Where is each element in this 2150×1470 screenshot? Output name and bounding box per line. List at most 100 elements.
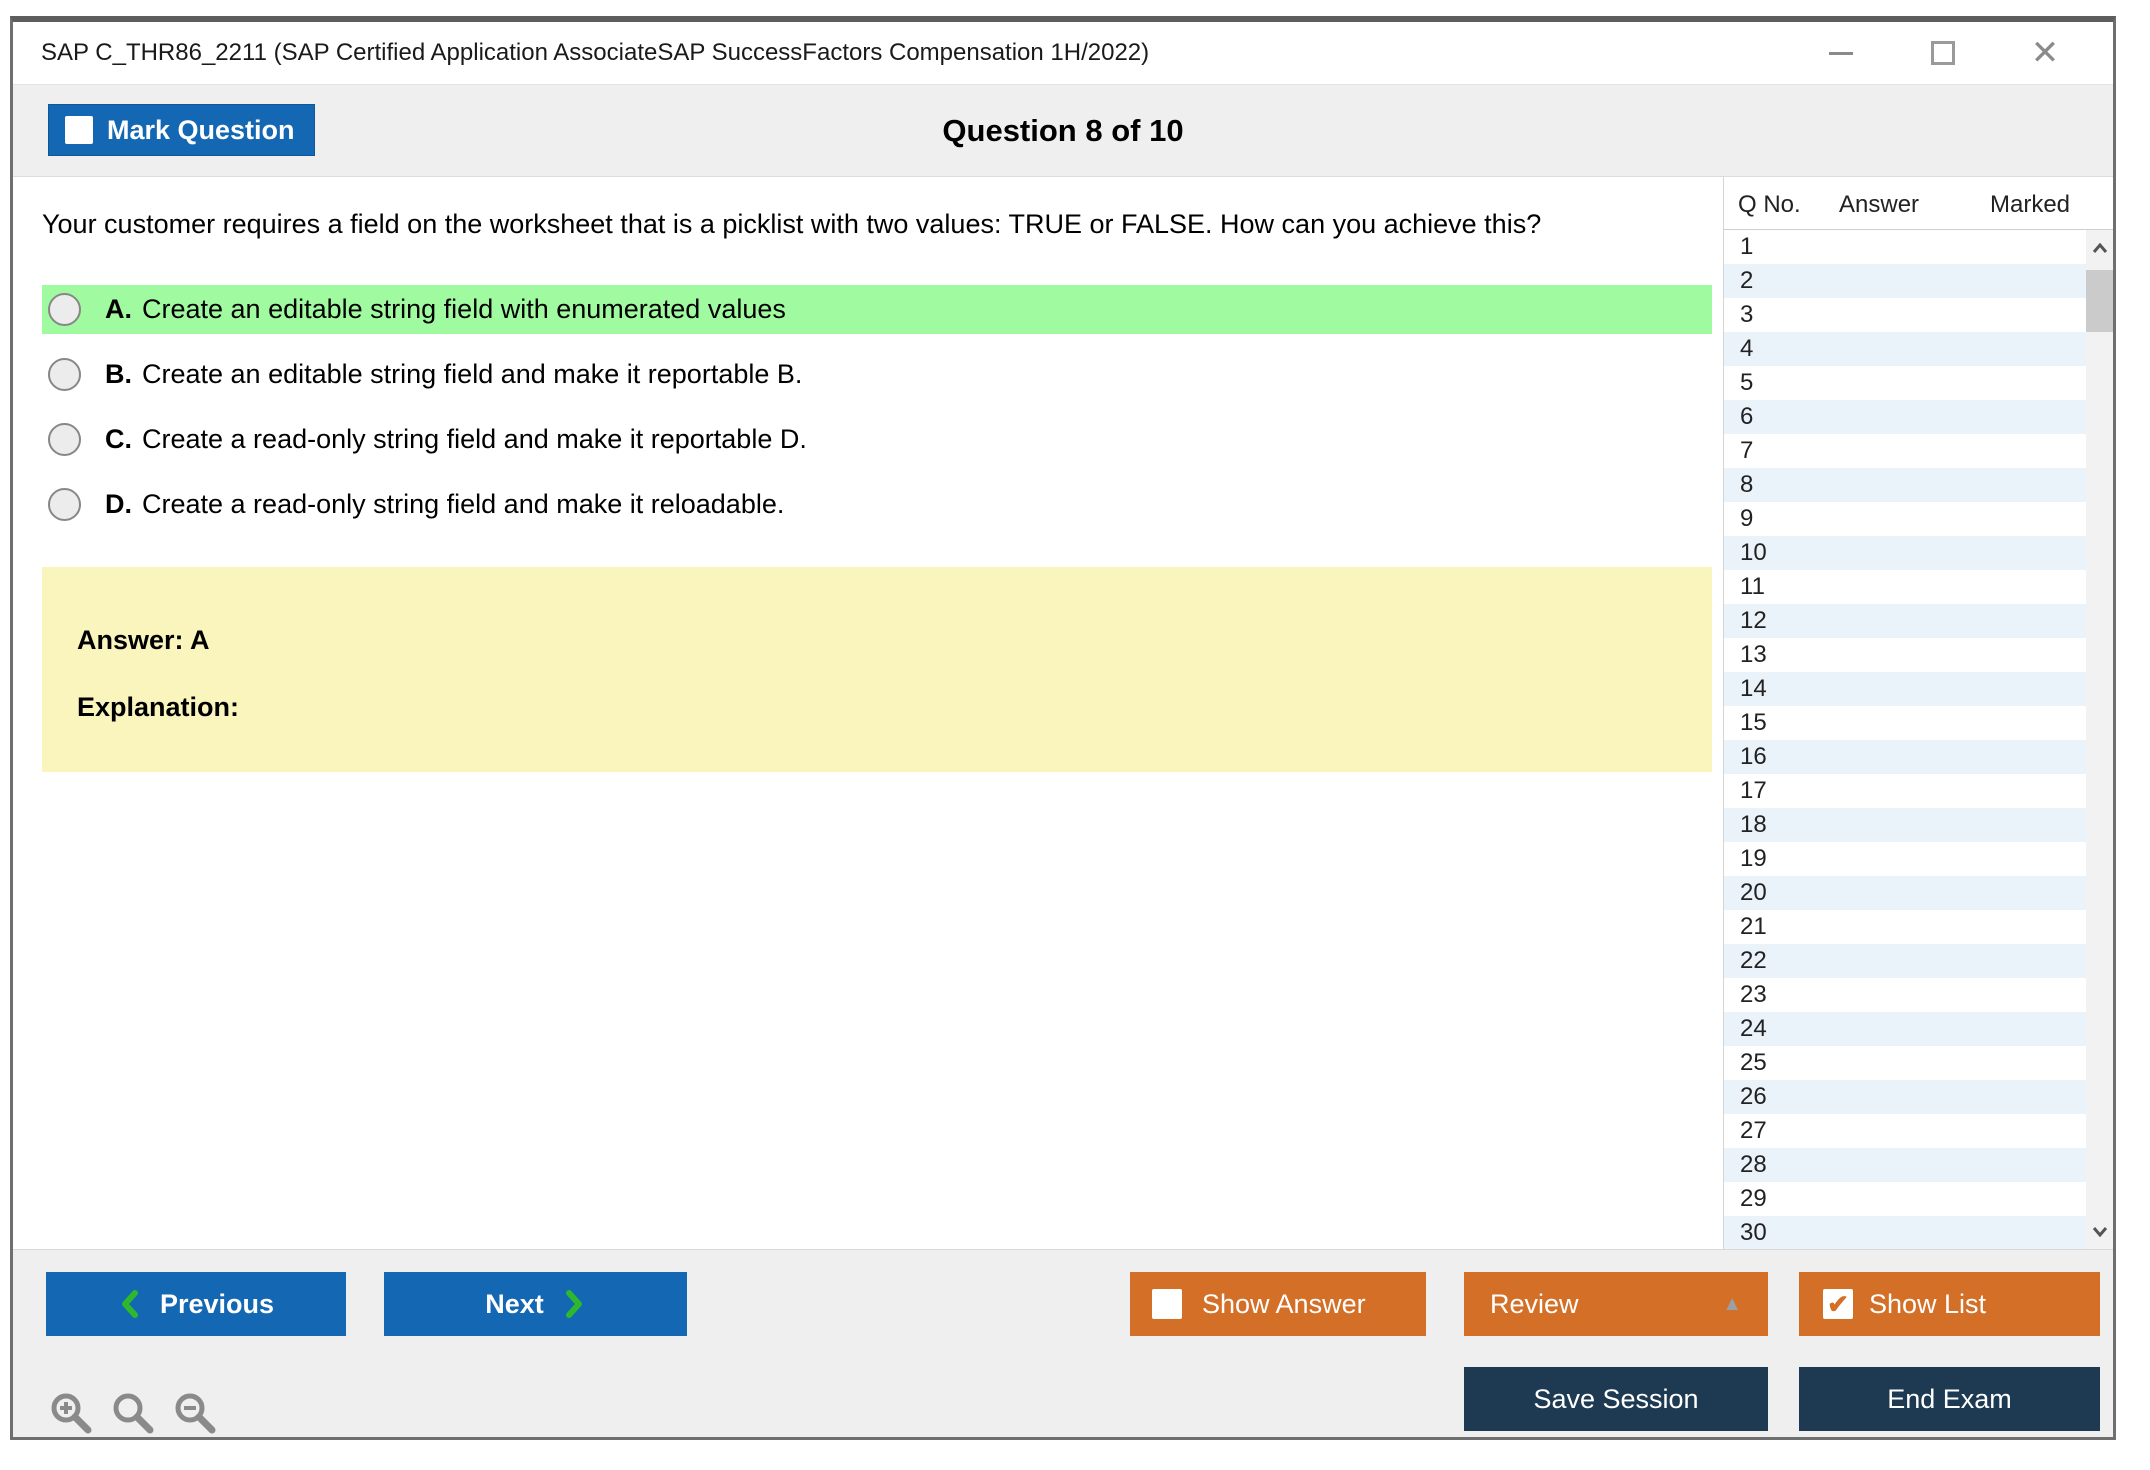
question-list-row[interactable]: 2 bbox=[1724, 264, 2086, 298]
question-list-row[interactable]: 7 bbox=[1724, 434, 2086, 468]
question-list-row[interactable]: 8 bbox=[1724, 468, 2086, 502]
question-list-rows: 1 2 3 4 5 6 7 8 9 10 11 12 13 14 15 16 1… bbox=[1724, 230, 2086, 1249]
next-button[interactable]: Next bbox=[384, 1272, 687, 1336]
row-question-number: 9 bbox=[1740, 505, 1754, 532]
chevron-left-icon bbox=[118, 1289, 142, 1319]
answer-option[interactable]: A. Create an editable string field with … bbox=[42, 285, 1712, 334]
option-text: Create an editable string field and make… bbox=[142, 359, 803, 389]
row-question-number: 15 bbox=[1740, 709, 1767, 736]
row-question-number: 10 bbox=[1740, 539, 1767, 566]
question-text: Your customer requires a field on the wo… bbox=[42, 209, 1542, 239]
end-exam-button[interactable]: End Exam bbox=[1799, 1367, 2100, 1431]
question-list-row[interactable]: 16 bbox=[1724, 740, 2086, 774]
answer-option[interactable]: D. Create a read-only string field and m… bbox=[42, 480, 1712, 529]
row-question-number: 2 bbox=[1740, 267, 1754, 294]
explanation-label: Explanation: bbox=[77, 692, 240, 722]
row-question-number: 11 bbox=[1740, 573, 1765, 600]
window-title: SAP C_THR86_2211 (SAP Certified Applicat… bbox=[41, 39, 1150, 66]
row-question-number: 27 bbox=[1740, 1117, 1767, 1144]
question-list-row[interactable]: 18 bbox=[1724, 808, 2086, 842]
question-list-row[interactable]: 4 bbox=[1724, 332, 2086, 366]
scrollbar-thumb[interactable] bbox=[2086, 270, 2113, 332]
close-icon: ✕ bbox=[2030, 34, 2060, 72]
question-list-row[interactable]: 26 bbox=[1724, 1080, 2086, 1114]
question-list-row[interactable]: 30 bbox=[1724, 1216, 2086, 1249]
screen: SAP C_THR86_2211 (SAP Certified Applicat… bbox=[0, 0, 2150, 1470]
row-question-number: 18 bbox=[1740, 811, 1767, 838]
previous-label: Previous bbox=[159, 1288, 275, 1319]
question-list-row[interactable]: 12 bbox=[1724, 604, 2086, 638]
question-list-row[interactable]: 14 bbox=[1724, 672, 2086, 706]
show-answer-label: Show Answer bbox=[1202, 1288, 1366, 1319]
question-list-row[interactable]: 1 bbox=[1724, 230, 2086, 264]
question-list-body: 1 2 3 4 5 6 7 8 9 10 11 12 13 14 15 16 1… bbox=[1724, 230, 2113, 1249]
magnifier-icon[interactable] bbox=[110, 1390, 156, 1436]
show-answer-button[interactable]: Show Answer bbox=[1130, 1272, 1426, 1336]
maximize-button[interactable] bbox=[1923, 33, 1963, 73]
radio-button-icon[interactable] bbox=[48, 293, 81, 326]
row-question-number: 16 bbox=[1740, 743, 1767, 770]
row-question-number: 24 bbox=[1740, 1015, 1767, 1042]
question-list-row[interactable]: 20 bbox=[1724, 876, 2086, 910]
save-session-button[interactable]: Save Session bbox=[1464, 1367, 1768, 1431]
scroll-up-arrow[interactable] bbox=[2086, 230, 2113, 266]
minimize-button[interactable] bbox=[1821, 33, 1861, 73]
question-list-row[interactable]: 17 bbox=[1724, 774, 2086, 808]
zoom-tools bbox=[48, 1390, 218, 1436]
question-list-row[interactable]: 6 bbox=[1724, 400, 2086, 434]
option-letter: B. bbox=[105, 359, 132, 389]
question-list-header: Q No. Answer Marked bbox=[1724, 177, 2113, 230]
show-list-button[interactable]: ✔ Show List bbox=[1799, 1272, 2100, 1336]
answer-option[interactable]: B. Create an editable string field and m… bbox=[42, 350, 1712, 399]
question-list-row[interactable]: 13 bbox=[1724, 638, 2086, 672]
show-list-checkbox[interactable]: ✔ bbox=[1823, 1289, 1853, 1319]
review-button[interactable]: Review ▲ bbox=[1464, 1272, 1768, 1336]
question-list-scrollbar[interactable] bbox=[2086, 230, 2113, 1249]
zoom-in-icon[interactable] bbox=[48, 1390, 94, 1436]
question-list-row[interactable]: 21 bbox=[1724, 910, 2086, 944]
radio-button-icon[interactable] bbox=[48, 358, 81, 391]
question-list-row[interactable]: 11 bbox=[1724, 570, 2086, 604]
close-button[interactable]: ✕ bbox=[2025, 33, 2065, 73]
option-letter: D. bbox=[105, 489, 132, 519]
row-question-number: 14 bbox=[1740, 675, 1767, 702]
question-list-row[interactable]: 5 bbox=[1724, 366, 2086, 400]
row-question-number: 30 bbox=[1740, 1219, 1767, 1246]
question-list-row[interactable]: 29 bbox=[1724, 1182, 2086, 1216]
review-label: Review bbox=[1490, 1288, 1579, 1319]
row-question-number: 4 bbox=[1740, 335, 1754, 362]
chevron-right-icon bbox=[562, 1289, 586, 1319]
radio-button-icon[interactable] bbox=[48, 423, 81, 456]
question-list-row[interactable]: 27 bbox=[1724, 1114, 2086, 1148]
row-question-number: 26 bbox=[1740, 1083, 1767, 1110]
column-header-marked: Marked bbox=[1990, 191, 2071, 218]
question-list-row[interactable]: 10 bbox=[1724, 536, 2086, 570]
title-bar: SAP C_THR86_2211 (SAP Certified Applicat… bbox=[13, 22, 2113, 84]
window-controls: ✕ bbox=[1821, 33, 2083, 73]
zoom-out-icon[interactable] bbox=[172, 1390, 218, 1436]
scroll-down-arrow[interactable] bbox=[2086, 1213, 2113, 1249]
previous-button[interactable]: Previous bbox=[46, 1272, 346, 1336]
show-answer-checkbox[interactable] bbox=[1152, 1289, 1182, 1319]
row-question-number: 21 bbox=[1740, 913, 1767, 940]
row-question-number: 1 bbox=[1740, 233, 1754, 260]
answer-label: Answer: A bbox=[77, 625, 210, 655]
exam-window: SAP C_THR86_2211 (SAP Certified Applicat… bbox=[10, 16, 2116, 1440]
footer-band: Previous Next Show Answer Review ▲ ✔ Sho… bbox=[13, 1249, 2113, 1437]
question-list-row[interactable]: 22 bbox=[1724, 944, 2086, 978]
question-list-row[interactable]: 15 bbox=[1724, 706, 2086, 740]
question-list-row[interactable]: 3 bbox=[1724, 298, 2086, 332]
row-question-number: 3 bbox=[1740, 301, 1754, 328]
question-list-row[interactable]: 25 bbox=[1724, 1046, 2086, 1080]
show-list-label: Show List bbox=[1869, 1288, 1987, 1319]
question-list-row[interactable]: 23 bbox=[1724, 978, 2086, 1012]
question-list-row[interactable]: 28 bbox=[1724, 1148, 2086, 1182]
radio-button-icon[interactable] bbox=[48, 488, 81, 521]
question-list-row[interactable]: 9 bbox=[1724, 502, 2086, 536]
row-question-number: 29 bbox=[1740, 1185, 1767, 1212]
answer-option[interactable]: C. Create a read-only string field and m… bbox=[42, 415, 1712, 464]
question-list-row[interactable]: 24 bbox=[1724, 1012, 2086, 1046]
row-question-number: 28 bbox=[1740, 1151, 1767, 1178]
row-question-number: 22 bbox=[1740, 947, 1767, 974]
question-list-row[interactable]: 19 bbox=[1724, 842, 2086, 876]
